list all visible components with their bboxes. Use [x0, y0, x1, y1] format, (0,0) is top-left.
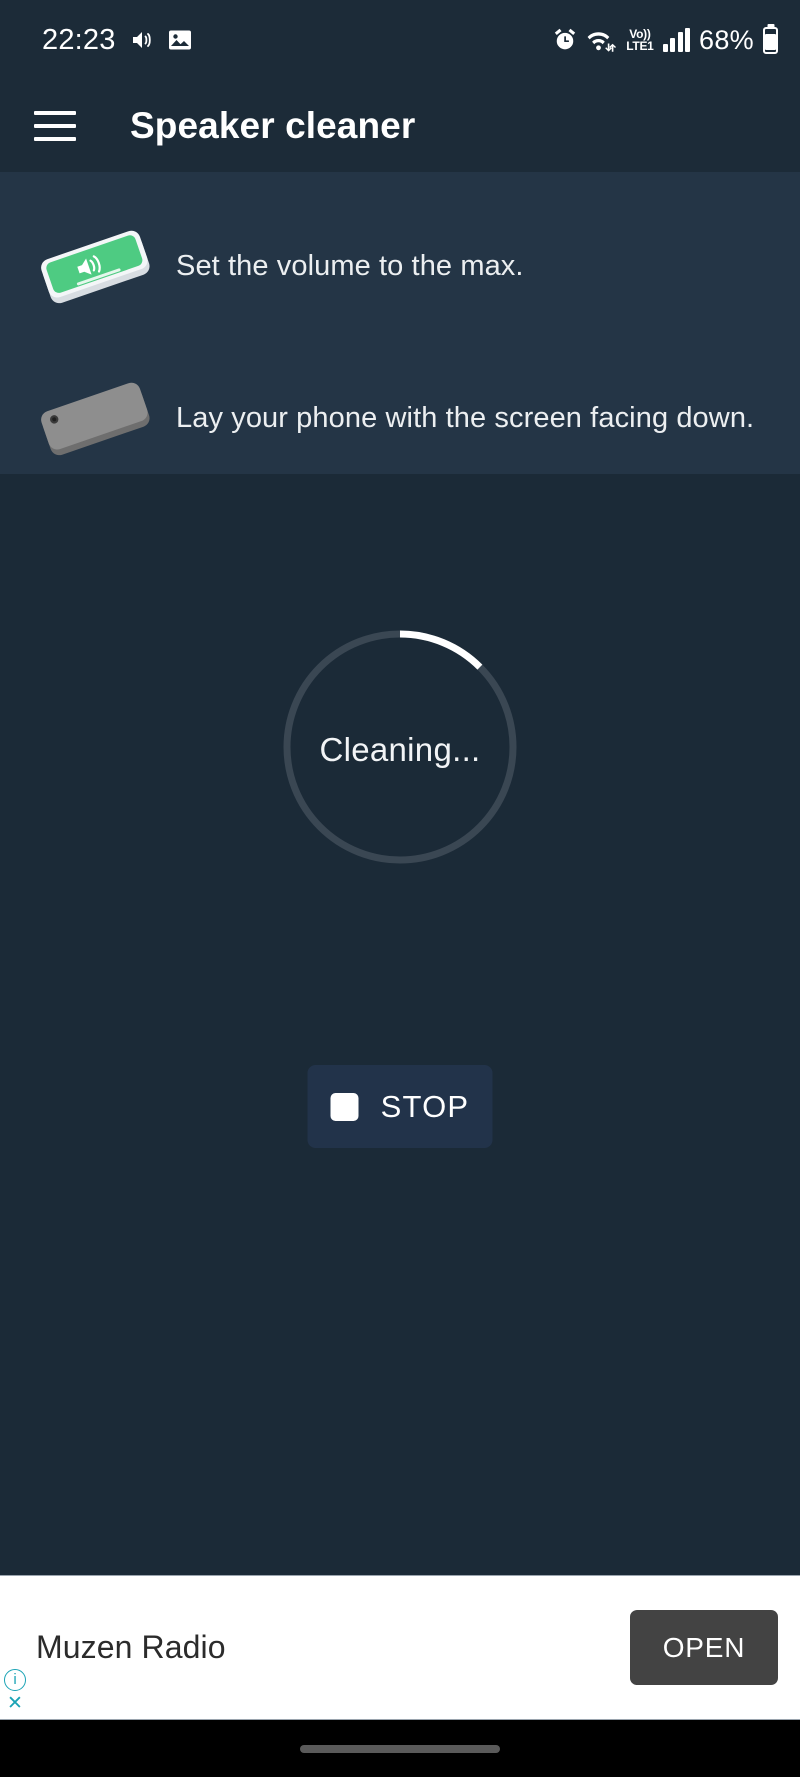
volte-icon: Vo)) LTE1: [626, 28, 654, 53]
ad-choices-controls: i ✕: [4, 1669, 26, 1715]
main-content: Cleaning... STOP: [0, 474, 800, 1575]
app-bar: Speaker cleaner: [0, 80, 800, 172]
instruction-text: Set the volume to the max.: [176, 249, 524, 282]
status-bar-left: 22:23: [42, 24, 192, 57]
app-root: 22:23 Vo)) LTE1 68% Speaker cleaner Set …: [0, 0, 800, 1777]
hamburger-menu-icon[interactable]: [32, 103, 78, 149]
instruction-row-facedown: Lay your phone with the screen facing do…: [0, 368, 800, 468]
progress-status-label: Cleaning...: [319, 731, 481, 768]
signal-icon: [662, 28, 691, 52]
instruction-text: Lay your phone with the screen facing do…: [176, 401, 755, 434]
gallery-icon: [168, 30, 191, 50]
system-navigation-bar: [0, 1720, 800, 1777]
stop-button-label: STOP: [380, 1088, 470, 1124]
home-gesture-pill[interactable]: [300, 1744, 500, 1753]
gray-phone-back-icon: [30, 368, 160, 468]
battery-icon: [763, 26, 778, 54]
status-bar: 22:23 Vo)) LTE1 68%: [0, 0, 800, 80]
green-phone-speaker-icon: [30, 216, 160, 316]
cleaning-progress-ring: Cleaning...: [280, 627, 520, 867]
alarm-icon: [555, 28, 576, 50]
ad-info-icon[interactable]: i: [4, 1669, 26, 1691]
status-clock: 22:23: [42, 23, 116, 56]
stop-square-icon: [330, 1092, 359, 1121]
page-title: Speaker cleaner: [130, 105, 416, 146]
battery-percent-label: 68%: [699, 24, 754, 55]
volume-icon: [132, 32, 151, 48]
wifi-icon: [587, 32, 617, 52]
ad-banner[interactable]: Muzen Radio OPEN i ✕: [0, 1575, 800, 1720]
volte-bottom-label: LTE1: [626, 39, 654, 53]
stop-button[interactable]: STOP: [307, 1065, 493, 1148]
instruction-row-volume: Set the volume to the max.: [0, 216, 800, 316]
close-icon[interactable]: ✕: [4, 1693, 26, 1715]
instructions-panel: Set the volume to the max. Lay your phon…: [0, 172, 800, 474]
ad-title: Muzen Radio: [36, 1629, 226, 1665]
status-bar-right: Vo)) LTE1 68%: [552, 25, 778, 56]
ad-open-button[interactable]: OPEN: [630, 1610, 778, 1685]
